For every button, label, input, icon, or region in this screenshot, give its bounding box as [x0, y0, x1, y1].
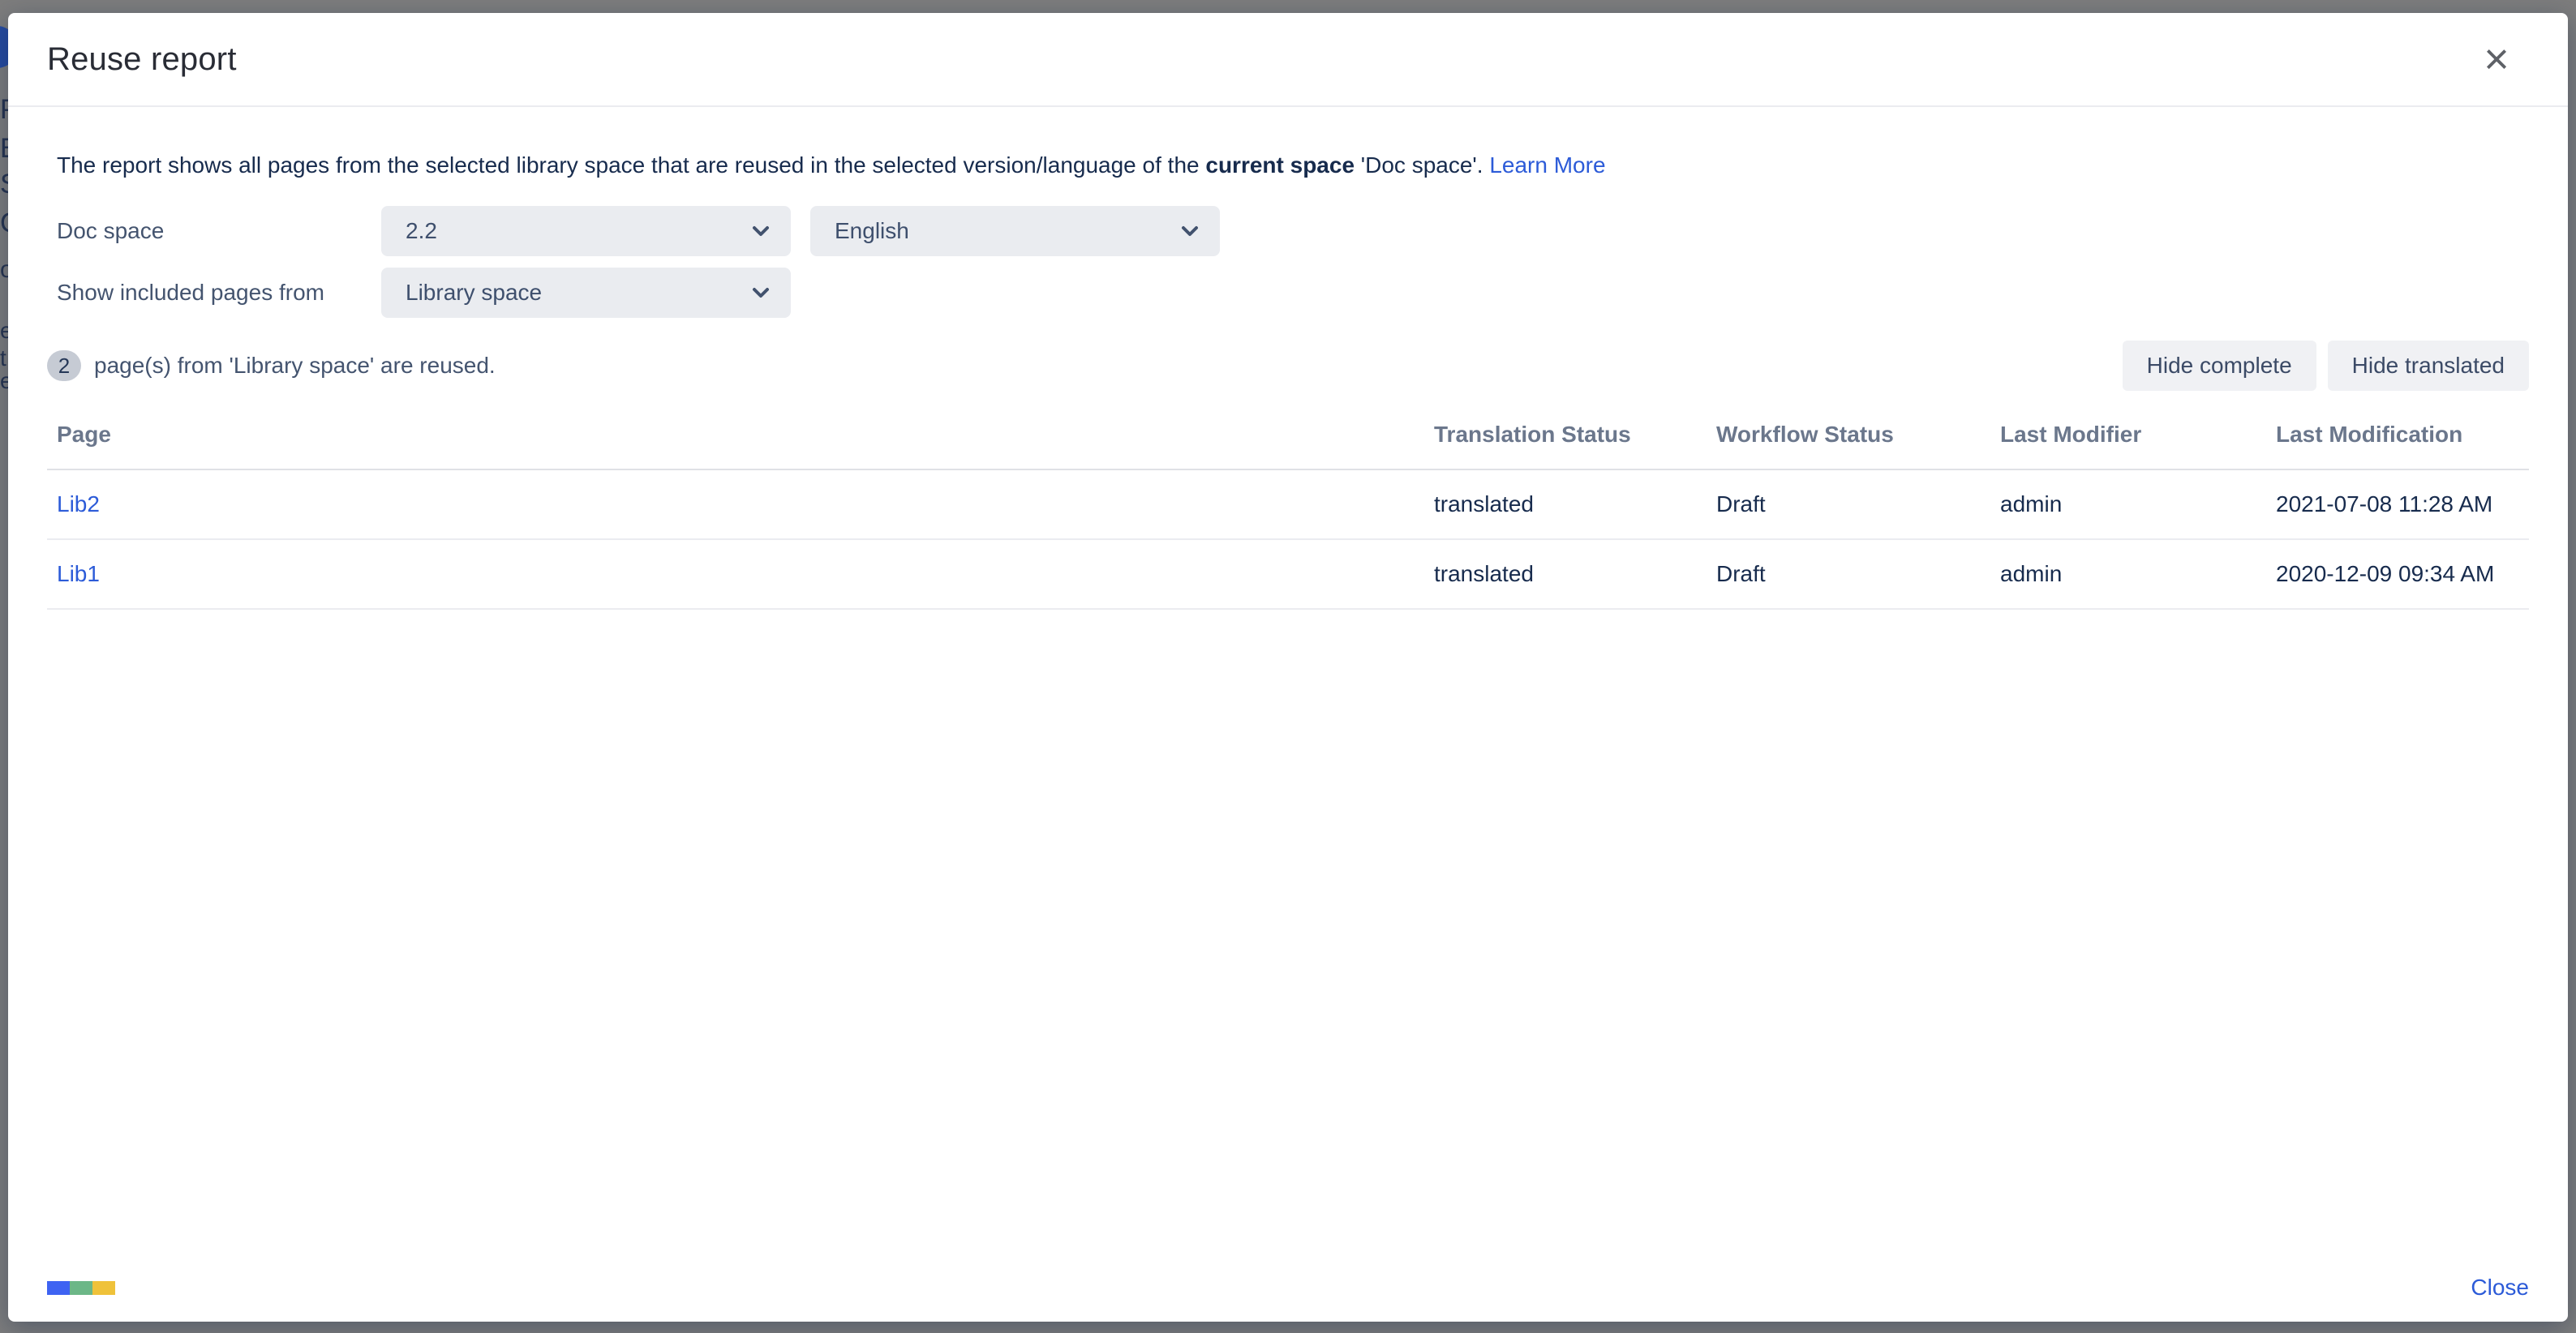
version-select-value: 2.2 [406, 218, 437, 244]
underlying-text-fragment: S [0, 170, 8, 198]
included-pages-select-value: Library space [406, 280, 542, 306]
summary: 2 page(s) from 'Library space' are reuse… [47, 350, 496, 381]
close-button[interactable]: Close [2471, 1275, 2529, 1301]
summary-text: page(s) from 'Library space' are reused. [94, 353, 496, 379]
last-modifier-cell: admin [1992, 539, 2268, 609]
version-select[interactable]: 2.2 [381, 206, 791, 256]
hide-translated-button[interactable]: Hide translated [2328, 341, 2529, 391]
description-text: 'Doc space'. [1355, 152, 1489, 178]
chevron-down-icon [1178, 219, 1202, 243]
underlying-text-fragment: ed [0, 370, 8, 392]
underlying-text-fragment: C [0, 209, 8, 237]
underlying-text-fragment: e [0, 319, 8, 342]
doc-space-row: Doc space 2.2 English [47, 206, 2529, 256]
translation-status-cell: translated [1426, 469, 1708, 539]
included-pages-label: Show included pages from [47, 280, 381, 306]
underlying-page-edge: P B S C o e t ed [0, 0, 8, 1333]
loader-square-green [70, 1281, 92, 1295]
doc-space-label: Doc space [47, 218, 381, 244]
included-pages-select[interactable]: Library space [381, 268, 791, 318]
dialog-footer: Close [47, 1275, 2529, 1301]
dialog-header: Reuse report × [8, 13, 2568, 107]
learn-more-link[interactable]: Learn More [1489, 152, 1605, 178]
table-header-row: Page Translation Status Workflow Status … [47, 407, 2529, 469]
table-row: Lib1 translated Draft admin 2020-12-09 0… [47, 539, 2529, 609]
chevron-down-icon [749, 281, 773, 305]
hide-complete-button[interactable]: Hide complete [2123, 341, 2316, 391]
page-count-badge: 2 [47, 350, 81, 381]
summary-row: 2 page(s) from 'Library space' are reuse… [47, 341, 2529, 391]
workflow-status-cell: Draft [1708, 469, 1992, 539]
language-select-value: English [835, 218, 909, 244]
underlying-text-fragment: t [0, 347, 6, 370]
col-header-last-modifier: Last Modifier [1992, 407, 2268, 469]
col-header-last-modification: Last Modification [2268, 407, 2529, 469]
col-header-page: Page [47, 407, 1426, 469]
translation-status-cell: translated [1426, 539, 1708, 609]
underlying-text-fragment: P [0, 96, 8, 123]
loader-square-blue [47, 1281, 70, 1295]
dialog-body: The report shows all pages from the sele… [8, 107, 2568, 1322]
description-text: The report shows all pages from the sele… [57, 152, 1205, 178]
col-header-translation-status: Translation Status [1426, 407, 1708, 469]
col-header-workflow-status: Workflow Status [1708, 407, 1992, 469]
reuse-report-table: Page Translation Status Workflow Status … [47, 407, 2529, 610]
underlying-logo-fragment [0, 26, 8, 68]
description-bold: current space [1205, 152, 1355, 178]
close-icon[interactable]: × [2467, 30, 2526, 88]
dialog-title: Reuse report [47, 41, 237, 78]
filter-buttons: Hide complete Hide translated [2123, 341, 2529, 391]
page-link[interactable]: Lib1 [57, 561, 100, 586]
language-select[interactable]: English [810, 206, 1220, 256]
workflow-status-cell: Draft [1708, 539, 1992, 609]
table-row: Lib2 translated Draft admin 2021-07-08 1… [47, 469, 2529, 539]
reuse-report-dialog: Reuse report × The report shows all page… [8, 13, 2568, 1322]
loading-indicator [47, 1281, 115, 1295]
included-pages-row: Show included pages from Library space [47, 268, 2529, 318]
report-controls: Doc space 2.2 English Show included page… [47, 206, 2529, 318]
loader-square-yellow [92, 1281, 115, 1295]
underlying-text-fragment: o [0, 258, 8, 282]
last-modifier-cell: admin [1992, 469, 2268, 539]
last-modification-cell: 2020-12-09 09:34 AM [2268, 539, 2529, 609]
underlying-text-fragment: B [0, 135, 8, 162]
report-description: The report shows all pages from the sele… [57, 149, 2529, 182]
chevron-down-icon [749, 219, 773, 243]
page-link[interactable]: Lib2 [57, 491, 100, 516]
last-modification-cell: 2021-07-08 11:28 AM [2268, 469, 2529, 539]
